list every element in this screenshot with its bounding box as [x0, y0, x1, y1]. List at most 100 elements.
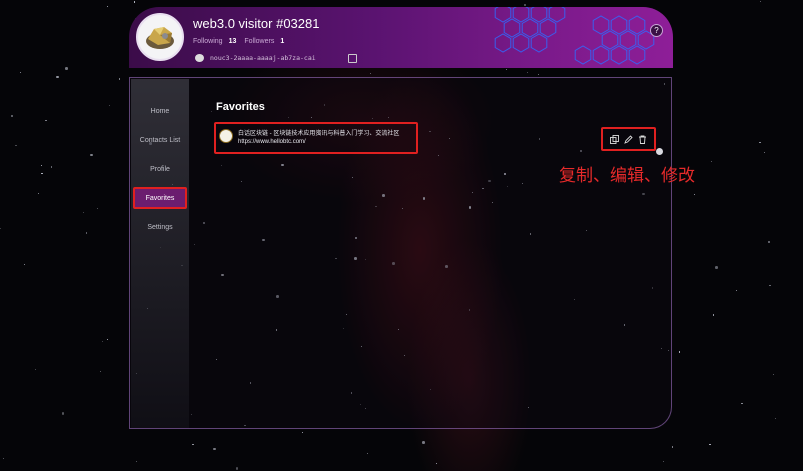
hexagon	[628, 15, 646, 35]
star	[85, 232, 87, 234]
star	[672, 446, 674, 448]
annotation-text: 复制、编辑、修改	[559, 166, 695, 186]
star	[56, 75, 59, 79]
hexagon	[521, 18, 539, 38]
star	[45, 120, 47, 122]
star	[61, 412, 65, 415]
star	[235, 467, 239, 470]
help-button[interactable]: ?	[650, 24, 663, 37]
trash-icon[interactable]	[638, 134, 648, 144]
star	[537, 73, 539, 76]
hexagon	[574, 45, 592, 65]
site-logo-icon	[219, 129, 233, 143]
star	[527, 72, 529, 74]
star	[422, 441, 425, 444]
star	[759, 142, 761, 144]
star	[82, 212, 84, 214]
copy-icon[interactable]	[609, 134, 619, 144]
star	[40, 164, 42, 166]
star	[710, 161, 712, 163]
star	[736, 289, 738, 291]
sidebar-item-contacts-list[interactable]: Contacts List	[133, 129, 187, 151]
infinity-icon	[195, 54, 204, 62]
star	[23, 263, 25, 266]
hexagon	[503, 18, 521, 38]
star	[366, 452, 368, 454]
star	[133, 1, 135, 3]
favorite-item[interactable]: 白话区块链 - 区块链技术应用资讯与科普入门学习、交流社区 https://ww…	[214, 122, 418, 154]
star	[15, 144, 17, 147]
hexagon	[512, 33, 530, 53]
wallet-address: nouc3-2aaaa-aaaaj-ab7za-cai	[210, 54, 316, 62]
hexagon	[494, 7, 512, 23]
star	[712, 314, 714, 316]
hexagon	[539, 18, 557, 38]
star	[108, 104, 110, 106]
star	[19, 72, 21, 74]
following-label[interactable]: Following	[193, 38, 223, 45]
star	[715, 266, 718, 269]
username: web3.0 visitor #03281	[193, 16, 320, 31]
star	[662, 460, 665, 462]
star	[192, 444, 194, 446]
star	[118, 78, 120, 80]
hexagon	[512, 7, 530, 23]
sidebar-item-settings[interactable]: Settings	[133, 216, 187, 238]
star	[136, 461, 138, 463]
star	[2, 457, 5, 460]
star	[523, 3, 527, 7]
hexagon	[494, 33, 512, 53]
avatar[interactable]	[136, 13, 184, 61]
star	[38, 192, 40, 195]
hexagon	[592, 45, 610, 65]
star	[107, 338, 109, 340]
followers-count[interactable]: 1	[280, 38, 284, 45]
scroll-indicator[interactable]	[656, 148, 663, 155]
copy-address-icon[interactable]	[347, 53, 357, 63]
star	[41, 172, 43, 174]
star	[678, 351, 680, 353]
hexagon-pattern	[494, 7, 655, 65]
followers-label[interactable]: Followers	[244, 38, 274, 45]
edit-icon[interactable]	[623, 134, 633, 144]
following-count[interactable]: 13	[229, 38, 237, 45]
hexagon	[530, 33, 548, 53]
favorite-title: 白话区块链 - 区块链技术应用资讯与科普入门学习、交流社区	[238, 131, 400, 137]
star	[96, 207, 98, 210]
star	[106, 5, 109, 8]
favorite-url[interactable]: https://www.hellobtc.com/	[238, 139, 306, 145]
star	[34, 368, 36, 370]
hexagon	[619, 30, 637, 50]
star	[10, 114, 14, 118]
star	[0, 227, 2, 230]
star	[51, 166, 53, 168]
star	[65, 67, 68, 70]
hexagon	[592, 15, 610, 35]
star	[774, 418, 776, 420]
star	[101, 340, 103, 343]
page-title: Favorites	[216, 101, 265, 113]
star	[100, 371, 102, 373]
sidebar-item-home[interactable]: Home	[133, 100, 187, 122]
hexagon	[610, 45, 628, 65]
follow-stats: Following 13 Followers 1	[193, 38, 292, 45]
star	[213, 447, 216, 451]
sidebar-item-profile[interactable]: Profile	[133, 158, 187, 180]
star	[759, 0, 762, 3]
star	[741, 402, 743, 404]
star	[370, 73, 372, 75]
hexagon	[530, 7, 548, 23]
sidebar-item-favorites[interactable]: Favorites	[133, 187, 187, 209]
star	[302, 431, 304, 433]
star	[709, 443, 711, 445]
star	[767, 240, 771, 244]
hexagon	[610, 15, 628, 35]
star	[436, 463, 438, 465]
hexagon	[628, 45, 646, 65]
star	[772, 373, 774, 375]
star	[764, 152, 766, 154]
address-row: nouc3-2aaaa-aaaaj-ab7za-cai	[195, 53, 357, 63]
hexagon	[548, 7, 566, 23]
star	[506, 68, 508, 70]
star	[769, 285, 771, 287]
